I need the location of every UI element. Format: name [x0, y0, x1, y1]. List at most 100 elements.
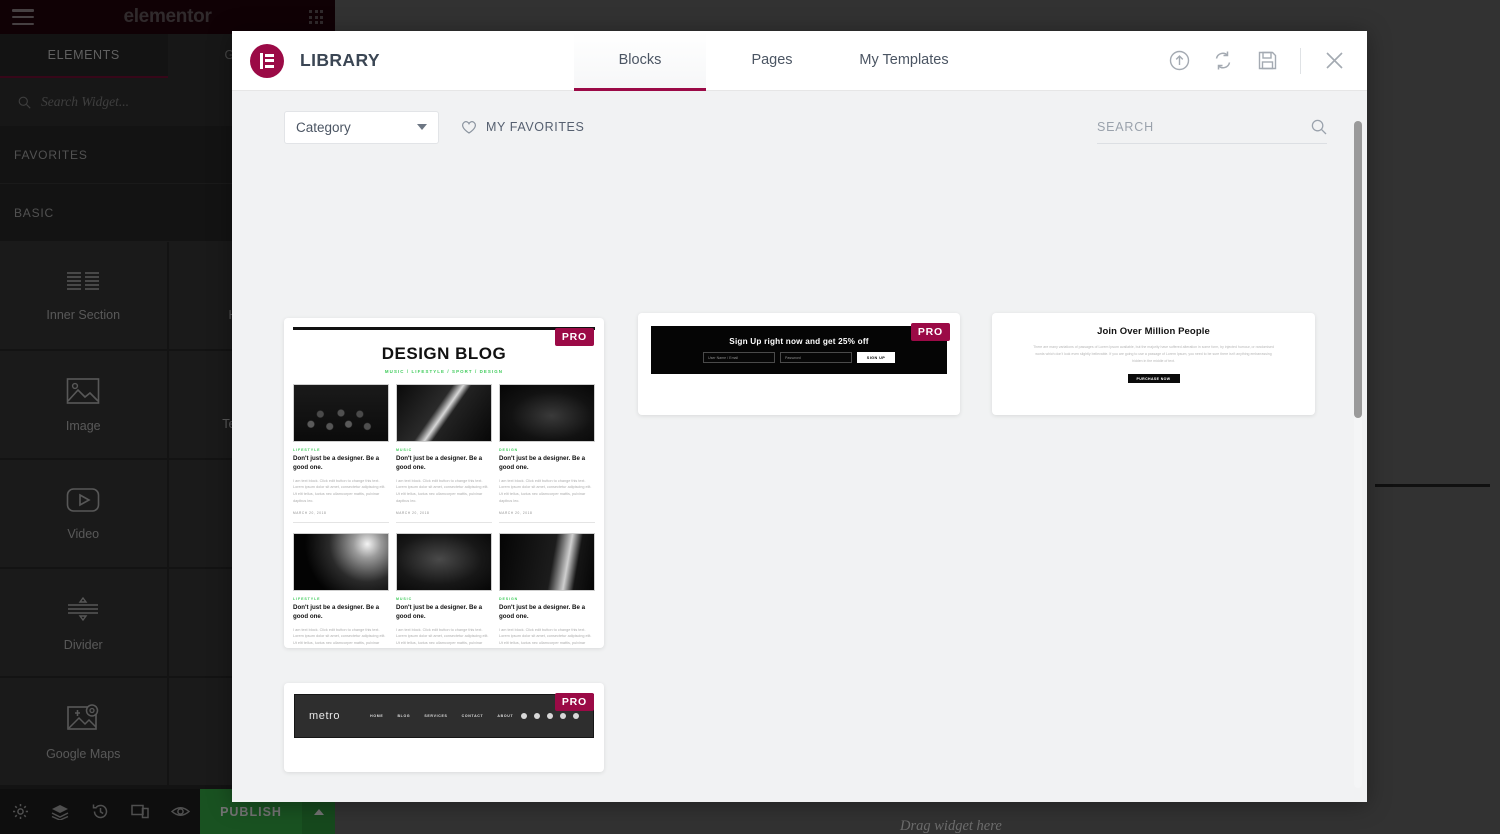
post-separator	[293, 522, 389, 524]
signup-form: User Name / Email Password SIGN UP	[703, 352, 895, 363]
pro-badge: PRO	[554, 328, 594, 346]
facebook-icon	[534, 713, 540, 719]
post-date: MARCH 20, 2018	[396, 511, 430, 516]
gear-icon[interactable]	[0, 789, 40, 834]
metro-nav-item: HOME	[370, 714, 384, 718]
signup-box: Sign Up right now and get 25% off User N…	[651, 326, 947, 374]
widget-inner-section[interactable]: Inner Section	[0, 242, 167, 349]
blog-post-row: LIFESTYLE Don't just be a designer. Be a…	[293, 384, 595, 524]
responsive-mode-icon[interactable]	[120, 789, 160, 834]
category-select-value: Category	[296, 119, 351, 135]
search-icon	[1311, 119, 1327, 134]
my-favorites-label: MY FAVORITES	[486, 120, 585, 134]
post-heading: Don't just be a designer. Be a good one.	[293, 455, 380, 471]
grid-apps-icon[interactable]	[309, 10, 323, 24]
widget-label: Video	[67, 526, 100, 541]
post-category: LIFESTYLE	[293, 597, 321, 602]
post-heading: Don't just be a designer. Be a good one.	[293, 604, 380, 620]
canvas-section-divider	[1375, 484, 1490, 487]
post-thumbnail	[293, 533, 389, 592]
modal-scrollbar-thumb[interactable]	[1354, 121, 1362, 418]
post-thumbnail	[499, 533, 595, 592]
post-thumbnail	[499, 384, 595, 442]
post-thumbnail	[396, 533, 492, 592]
my-favorites-filter[interactable]: MY FAVORITES	[461, 120, 584, 134]
widget-label: Divider	[63, 637, 103, 652]
modal-brand: LIBRARY	[232, 31, 574, 90]
blog-post: DESIGN Don't just be a designer. Be a go…	[499, 533, 595, 648]
post-category: MUSIC	[396, 597, 413, 602]
post-category: DESIGN	[499, 448, 519, 452]
join-heading: Join Over Million People	[1097, 326, 1210, 337]
library-search-box[interactable]	[1097, 111, 1327, 144]
sync-icon[interactable]	[1212, 50, 1234, 72]
metro-nav-item: BLOG	[397, 714, 411, 718]
actions-separator	[1300, 47, 1301, 74]
tab-blocks[interactable]: Blocks	[574, 32, 706, 91]
post-excerpt: I am text block. Click edit button to ch…	[396, 627, 489, 648]
save-icon[interactable]	[1256, 50, 1278, 72]
signup-heading: Sign Up right now and get 25% off	[729, 337, 869, 346]
widget-google-maps[interactable]: Google Maps	[0, 678, 167, 785]
modal-header: LIBRARY Blocks Pages My Templates	[232, 31, 1367, 91]
post-excerpt: I am text block. Click edit button to ch…	[293, 478, 386, 503]
template-card-signup-banner[interactable]: PRO Sign Up right now and get 25% off Us…	[638, 313, 960, 415]
modal-scrollbar[interactable]	[1354, 121, 1362, 788]
pro-badge: PRO	[910, 323, 950, 341]
elementor-logo-icon	[250, 43, 284, 78]
widget-label: Inner Section	[46, 307, 121, 322]
post-category: DESIGN	[499, 597, 519, 602]
tab-my-templates[interactable]: My Templates	[838, 32, 970, 91]
metro-nav-item: CONTACT	[461, 714, 484, 718]
post-heading: Don't just be a designer. Be a good one.	[499, 455, 586, 471]
layers-icon[interactable]	[40, 789, 80, 834]
join-preview: Join Over Million People There are many …	[992, 313, 1315, 396]
chevron-down-icon	[417, 124, 427, 130]
modal-title: LIBRARY	[300, 50, 380, 70]
blog-title: DESIGN BLOG	[381, 344, 507, 363]
post-separator	[396, 522, 492, 524]
dribbble-icon	[547, 713, 553, 719]
category-select[interactable]: Category	[284, 110, 439, 144]
post-excerpt: I am text block. Click edit button to ch…	[499, 478, 592, 503]
elementor-wordmark: elementor	[123, 6, 212, 27]
tab-elements[interactable]: ELEMENTS	[0, 34, 168, 78]
post-heading: Don't just be a designer. Be a good one.	[396, 604, 483, 620]
post-heading: Don't just be a designer. Be a good one.	[499, 604, 586, 620]
metro-nav-item: SERVICES	[424, 714, 448, 718]
post-excerpt: I am text block. Click edit button to ch…	[396, 478, 489, 503]
image-icon	[66, 377, 100, 404]
close-icon[interactable]	[1323, 50, 1345, 72]
post-date: MARCH 20, 2018	[293, 511, 327, 516]
metro-header-bar: metro HOME BLOG SERVICES CONTACT ABOUT	[294, 694, 594, 738]
google-maps-icon	[67, 703, 99, 730]
panel-header: elementor	[0, 0, 335, 34]
history-icon[interactable]	[80, 789, 120, 834]
metro-logo: metro	[309, 710, 341, 722]
preview-top-rule	[293, 327, 595, 330]
blog-post: DESIGN Don't just be a designer. Be a go…	[499, 384, 595, 524]
tab-pages[interactable]: Pages	[706, 32, 838, 91]
hamburger-icon[interactable]	[12, 9, 34, 25]
twitter-icon	[560, 713, 566, 719]
upload-icon[interactable]	[1168, 50, 1190, 72]
template-card-metro-header[interactable]: PRO metro HOME BLOG SERVICES CONTACT ABO…	[284, 683, 604, 772]
blog-post: MUSIC Don't just be a designer. Be a goo…	[396, 384, 492, 524]
library-modal: LIBRARY Blocks Pages My Templates Catego…	[232, 31, 1367, 802]
join-body: There are many variations of passages of…	[1033, 345, 1274, 363]
google-plus-icon	[573, 713, 579, 719]
post-category: LIFESTYLE	[293, 448, 321, 452]
widget-image[interactable]: Image	[0, 351, 167, 458]
eye-preview-icon[interactable]	[160, 789, 200, 834]
modal-tabs: Blocks Pages My Templates	[574, 31, 970, 91]
heart-icon	[462, 121, 476, 134]
search-input[interactable]	[1097, 119, 1303, 134]
templates-grid: PRO DESIGN BLOG MUSIC / LIFESTYLE / SPOR…	[232, 163, 1367, 802]
instagram-icon	[521, 713, 527, 719]
template-card-design-blog[interactable]: PRO DESIGN BLOG MUSIC / LIFESTYLE / SPOR…	[284, 318, 604, 648]
template-card-join-cta[interactable]: Join Over Million People There are many …	[992, 313, 1315, 415]
widget-video[interactable]: Video	[0, 460, 167, 567]
widget-label: Image	[65, 418, 101, 433]
widget-divider[interactable]: Divider	[0, 569, 167, 676]
post-date: MARCH 20, 2018	[499, 511, 533, 516]
